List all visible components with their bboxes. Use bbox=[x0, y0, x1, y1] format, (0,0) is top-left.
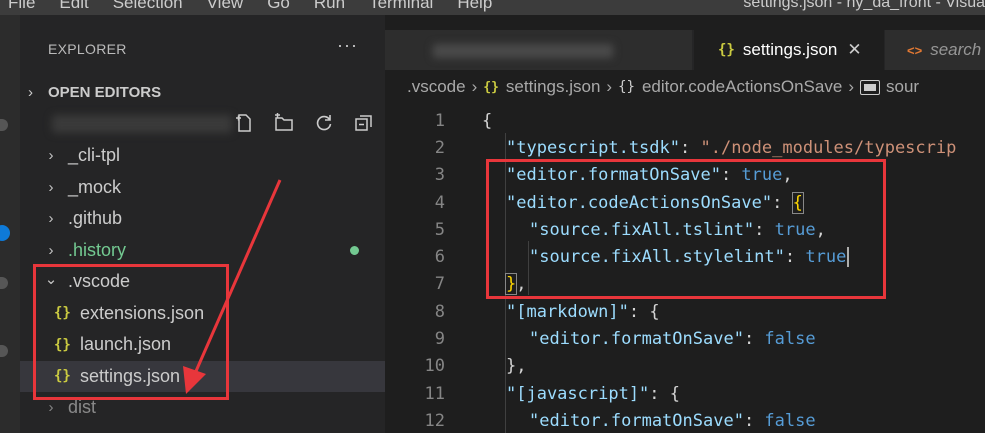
annotation-arrow-icon bbox=[183, 179, 282, 394]
